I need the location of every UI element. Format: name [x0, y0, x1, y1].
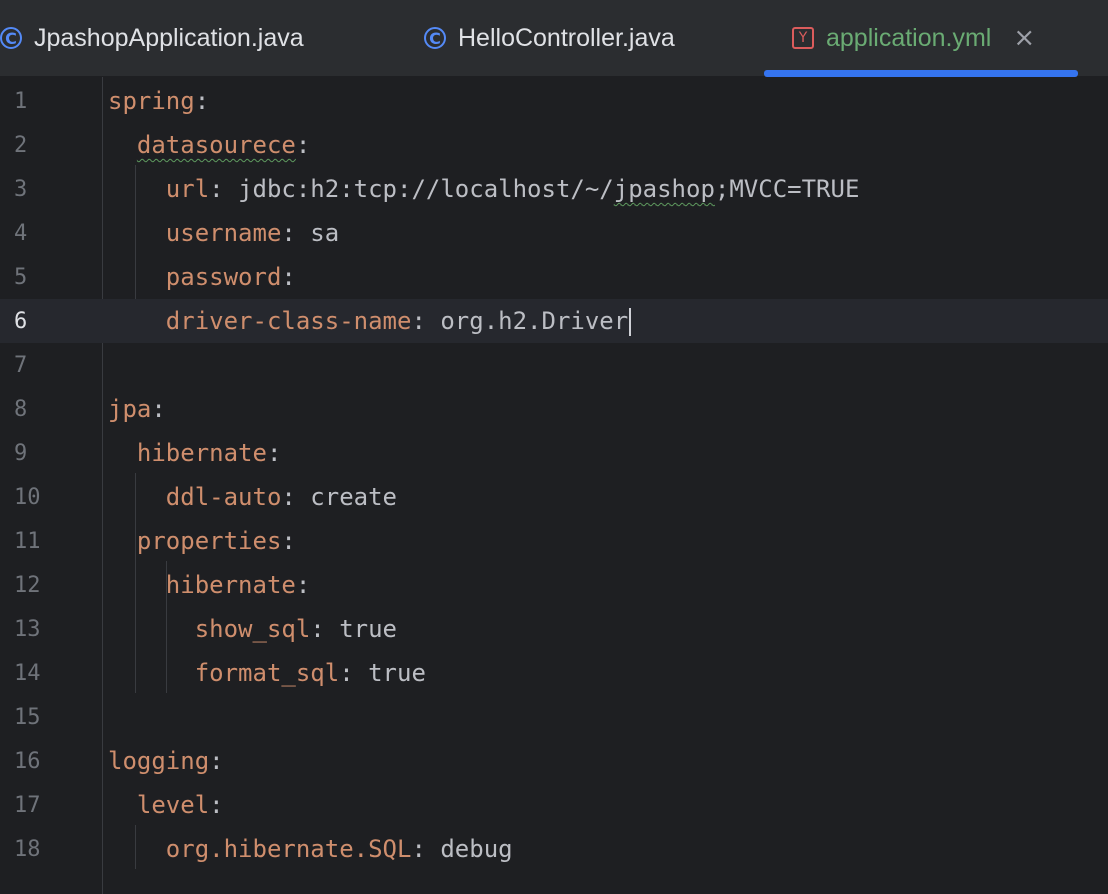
code-line[interactable]: 1 spring: — [0, 79, 1108, 123]
code-line[interactable]: 5 password: — [0, 255, 1108, 299]
yaml-value: ;MVCC=TRUE — [714, 175, 860, 203]
code-line[interactable]: 15 — [0, 695, 1108, 739]
code-line[interactable]: 16 logging: — [0, 739, 1108, 783]
code-line[interactable]: 9 hibernate: — [0, 431, 1108, 475]
code-line[interactable]: 8 jpa: — [0, 387, 1108, 431]
yaml-key: level — [136, 791, 210, 819]
code-line[interactable]: 11 properties: — [0, 519, 1108, 563]
yaml-key: url — [165, 175, 210, 203]
yaml-key: jpa — [108, 395, 152, 423]
line-number: 10 — [14, 484, 41, 510]
line-number: 6 — [14, 308, 28, 334]
line-number: 9 — [14, 440, 28, 466]
tab-label: JpashopApplication.java — [34, 23, 304, 52]
code-line[interactable]: 13 show_sql: true — [0, 607, 1108, 651]
yaml-value: true — [368, 659, 426, 687]
yaml-key: password — [165, 263, 282, 291]
code-line[interactable]: 4 username: sa — [0, 211, 1108, 255]
yaml-key: org.hibernate.SQL — [165, 835, 412, 863]
yaml-value: true — [339, 615, 397, 643]
line-number: 12 — [14, 572, 41, 598]
line-number: 5 — [14, 264, 28, 290]
editor-tab-bar: C JpashopApplication.java C HelloControl… — [0, 0, 1108, 77]
close-icon[interactable]: × — [1013, 23, 1035, 53]
line-number: 2 — [14, 132, 28, 158]
tab-hello-controller[interactable]: C HelloController.java — [424, 0, 675, 76]
yaml-key: show_sql — [194, 615, 311, 643]
line-number: 17 — [14, 792, 41, 818]
yaml-key: ddl-auto — [165, 483, 282, 511]
yaml-key: spring — [108, 87, 195, 115]
yaml-value: create — [310, 483, 397, 511]
active-tab-indicator — [764, 70, 1078, 77]
yaml-value: org.h2.Driver — [440, 306, 629, 335]
yaml-key: format_sql — [194, 659, 340, 687]
line-number: 14 — [14, 660, 41, 686]
code-line[interactable]: 7 — [0, 343, 1108, 387]
yaml-key: logging — [108, 747, 210, 775]
class-icon: C — [0, 27, 22, 49]
yaml-icon: Y — [792, 27, 814, 49]
line-number: 13 — [14, 616, 41, 642]
yaml-value: jdbc:h2:tcp://localhost/~/ — [238, 175, 614, 203]
line-number: 7 — [14, 352, 28, 378]
yaml-value: jpashop — [613, 175, 715, 203]
yaml-key: hibernate — [165, 571, 296, 599]
line-number: 3 — [14, 176, 28, 202]
line-number: 1 — [14, 88, 28, 114]
code-line[interactable]: 2 datasourece: — [0, 123, 1108, 167]
code-line[interactable]: 17 level: — [0, 783, 1108, 827]
class-icon: C — [424, 27, 446, 49]
yaml-key: datasourece — [136, 131, 296, 159]
yaml-key: hibernate — [136, 439, 267, 467]
yaml-key: username — [165, 219, 282, 247]
yaml-value: debug — [440, 835, 513, 863]
code-line[interactable]: 14 format_sql: true — [0, 651, 1108, 695]
line-number: 8 — [14, 396, 28, 422]
tab-jpashop-application[interactable]: C JpashopApplication.java — [0, 0, 304, 76]
code-line[interactable]: 10 ddl-auto: create — [0, 475, 1108, 519]
code-line[interactable]: 12 hibernate: — [0, 563, 1108, 607]
code-line-current[interactable]: 6 driver-class-name: org.h2.Driver — [0, 299, 1108, 343]
yaml-value: sa — [310, 219, 340, 247]
line-number: 4 — [14, 220, 28, 246]
code-line[interactable]: 3 url: jdbc:h2:tcp://localhost/~/jpashop… — [0, 167, 1108, 211]
yaml-key: properties — [136, 527, 282, 555]
line-number: 16 — [14, 748, 41, 774]
line-number: 18 — [14, 836, 41, 862]
tab-label: application.yml — [826, 23, 992, 52]
line-number: 11 — [14, 528, 41, 554]
code-editor[interactable]: 1 spring: 2 datasourece: 3 url: jdbc:h2:… — [0, 77, 1108, 894]
tab-application-yml[interactable]: Y application.yml × — [792, 0, 1035, 76]
code-line[interactable]: 18 org.hibernate.SQL: debug — [0, 827, 1108, 871]
text-caret — [629, 307, 632, 336]
yaml-key: driver-class-name — [165, 306, 412, 335]
line-number: 15 — [14, 704, 41, 730]
tab-label: HelloController.java — [458, 23, 675, 52]
